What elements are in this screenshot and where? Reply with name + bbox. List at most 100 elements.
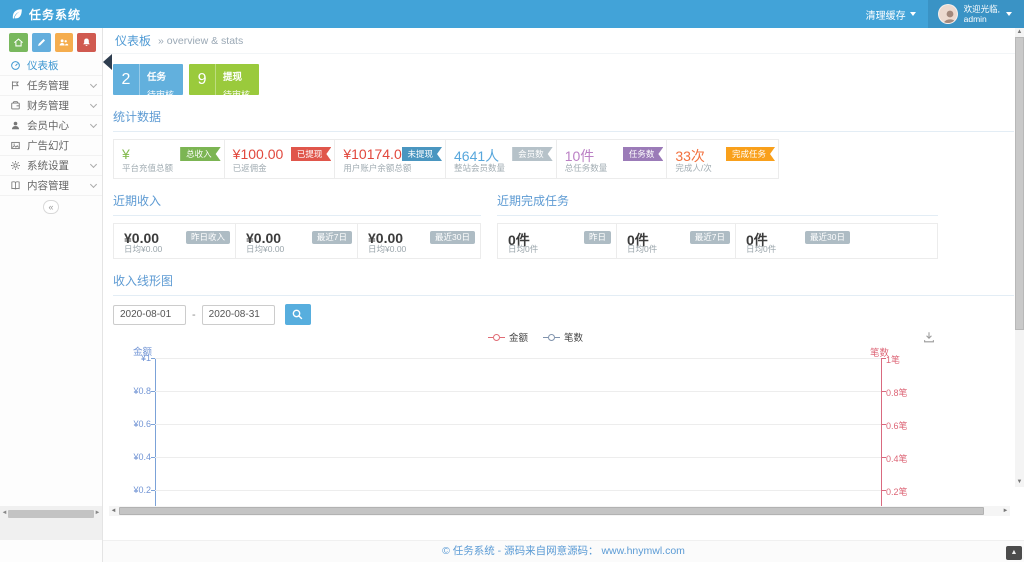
- legend-item-amount[interactable]: 金额: [488, 330, 528, 344]
- chevron-down-icon: [90, 100, 97, 107]
- right-axis-tick: 0.8笔: [886, 386, 908, 399]
- left-axis-tick: ¥0.8: [113, 386, 151, 396]
- income-period-badge: 昨日收入: [186, 231, 230, 244]
- sidebar-quick-buttons: [0, 28, 102, 56]
- sidebar-horizontal-scrollbar[interactable]: ◄ ►: [1, 509, 101, 518]
- stat-card-tasks: 10件 任务数 总任务数量: [557, 140, 668, 178]
- right-axis-tickmark: [881, 358, 886, 359]
- scrollbar-track[interactable]: [118, 506, 1001, 516]
- pending-withdrawals-badge[interactable]: 9 提现 待审核: [189, 64, 259, 95]
- dashboard-icon: [10, 60, 21, 71]
- badge-line2: 待审核: [147, 90, 174, 95]
- chart-gridline: [155, 358, 881, 359]
- sidebar-item-settings[interactable]: 系统设置: [0, 156, 102, 176]
- stat-label: 平台充值总额: [122, 162, 173, 174]
- legend-marker-count: [543, 334, 560, 341]
- sidebar-item-dashboard[interactable]: 仪表板: [0, 56, 102, 76]
- right-axis-tick: 0.4笔: [886, 452, 908, 465]
- scrollbar-thumb[interactable]: [119, 507, 984, 515]
- gear-icon: [10, 160, 21, 171]
- notifications-button[interactable]: [77, 33, 96, 52]
- main-vertical-scrollbar[interactable]: ▲ ▼: [1015, 28, 1024, 487]
- section-title-recent-income: 近期收入: [113, 192, 481, 216]
- income-line-chart: 金额 笔数 金额 笔数: [113, 330, 1008, 516]
- edit-button[interactable]: [32, 33, 51, 52]
- date-separator: -: [192, 309, 196, 321]
- avatar-person-icon: [940, 7, 958, 24]
- stat-card-members: 4641人 会员数 整站会员数量: [446, 140, 557, 178]
- chart-gridline: [155, 391, 881, 392]
- sidebar-item-label: 系统设置: [27, 158, 85, 173]
- users-icon: [58, 37, 69, 48]
- download-icon: [922, 330, 936, 344]
- income-period-badge: 最近7日: [312, 231, 352, 244]
- scroll-down-arrow-icon[interactable]: ▼: [1015, 478, 1024, 487]
- scroll-right-arrow-icon[interactable]: ►: [1001, 506, 1010, 516]
- sidebar-item-label: 内容管理: [27, 178, 85, 193]
- chevron-down-icon: [90, 160, 97, 167]
- sidebar-item-members[interactable]: 会员中心: [0, 116, 102, 136]
- sidebar-item-label: 广告幻灯: [27, 138, 96, 153]
- user-menu[interactable]: 欢迎光临, admin: [928, 0, 1024, 28]
- scrollbar-thumb[interactable]: [1015, 37, 1024, 330]
- pending-tasks-badge[interactable]: 2 任务 待审核: [113, 64, 183, 95]
- scroll-right-arrow-icon[interactable]: ►: [94, 509, 101, 518]
- income-daily-average: 日均¥0.00: [246, 243, 284, 255]
- chevron-down-icon: [90, 80, 97, 87]
- stat-value: ¥100.00: [233, 146, 284, 162]
- clear-cache-label: 清理缓存: [866, 7, 906, 22]
- footer-text[interactable]: © 任务系统 - 源码来自网意源码： www.hnymwl.com: [442, 545, 685, 557]
- tasks-card-yesterday: 0件 昨日 日均0件: [498, 224, 617, 258]
- search-icon: [291, 308, 304, 321]
- scroll-left-arrow-icon[interactable]: ◄: [109, 506, 118, 516]
- right-axis-tick: 0.2笔: [886, 485, 908, 498]
- end-date-input[interactable]: [202, 305, 275, 325]
- badge-line2: 待审核: [223, 90, 250, 95]
- header-spacer: [103, 0, 854, 28]
- chevron-down-icon: [910, 12, 916, 16]
- clear-cache-menu[interactable]: 清理缓存: [854, 0, 928, 28]
- image-icon: [10, 140, 21, 151]
- sidebar-item-label: 任务管理: [27, 78, 85, 93]
- right-axis-tickmark: [881, 391, 886, 392]
- left-axis-tickmark: [151, 391, 155, 392]
- legend-item-count[interactable]: 笔数: [543, 330, 583, 344]
- sidebar-item-content[interactable]: 内容管理: [0, 176, 102, 196]
- tasks-daily-average: 日均0件: [627, 243, 657, 255]
- home-button[interactable]: [9, 33, 28, 52]
- legend-label: 金额: [509, 330, 528, 344]
- right-axis-line: [881, 358, 882, 506]
- sidebar-collapse-button[interactable]: «: [43, 200, 59, 214]
- chart-gridline: [155, 490, 881, 491]
- right-axis-tickmark: [881, 424, 886, 425]
- search-button[interactable]: [285, 304, 311, 325]
- scrollbar-thumb[interactable]: [8, 510, 94, 518]
- page-footer: © 任务系统 - 源码来自网意源码： www.hnymwl.com: [103, 540, 1024, 562]
- sidebar-item-label: 仪表板: [27, 58, 96, 73]
- scroll-up-arrow-icon[interactable]: ▲: [1015, 28, 1024, 37]
- sidebar-item-label: 财务管理: [27, 98, 85, 113]
- sidebar-item-finance[interactable]: 财务管理: [0, 96, 102, 116]
- left-axis-tick: ¥1: [113, 353, 151, 363]
- chart-horizontal-scrollbar[interactable]: ◄ ►: [109, 506, 1010, 516]
- chevron-down-icon: [1006, 12, 1012, 16]
- breadcrumb-current[interactable]: 仪表板: [115, 32, 151, 49]
- stat-ribbon: 已提现: [291, 147, 332, 161]
- bell-icon: [81, 37, 92, 48]
- chart-legend: 金额 笔数: [488, 330, 583, 344]
- stat-label: 总任务数量: [565, 162, 608, 174]
- start-date-input[interactable]: [113, 305, 186, 325]
- chart-gridline: [155, 424, 881, 425]
- sidebar-item-ads[interactable]: 广告幻灯: [0, 136, 102, 156]
- income-card-30days: ¥0.00 最近30日 日均¥0.00: [358, 224, 480, 258]
- app-title: 任务系统: [29, 6, 81, 23]
- members-button[interactable]: [55, 33, 74, 52]
- download-chart-button[interactable]: [922, 330, 936, 349]
- tasks-period-badge: 最近30日: [805, 231, 850, 244]
- income-daily-average: 日均¥0.00: [124, 243, 162, 255]
- scroll-left-arrow-icon[interactable]: ◄: [1, 509, 8, 518]
- back-to-top-button[interactable]: ▲: [1006, 546, 1022, 560]
- income-card-yesterday: ¥0.00 昨日收入 日均¥0.00: [114, 224, 236, 258]
- recent-sections-row: 近期收入 ¥0.00 昨日收入 日均¥0.00 ¥0.00 最近7日 日均¥0.…: [113, 179, 1014, 259]
- sidebar-item-tasks[interactable]: 任务管理: [0, 76, 102, 96]
